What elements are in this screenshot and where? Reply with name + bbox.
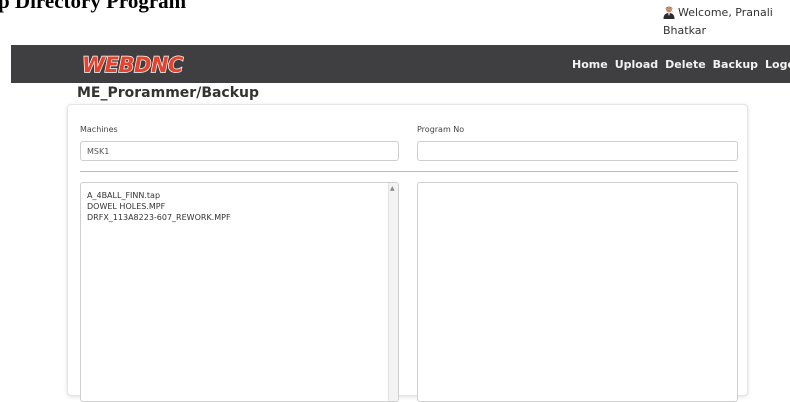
nav-logout-link[interactable]: Logou [765,58,790,71]
machines-field[interactable] [80,141,399,161]
list-item[interactable]: A_4BALL_FINN.tap [87,190,231,201]
user-avatar-icon [663,6,675,23]
machines-label: Machines [80,125,118,134]
program-no-field[interactable] [417,141,738,161]
logo-text: WEBDNC [82,53,184,77]
scroll-up-icon[interactable]: ▲ [390,185,395,192]
nav-upload-link[interactable]: Upload [615,58,658,71]
list-scrollbar[interactable]: ▲ [388,183,398,401]
webdnc-logo[interactable]: WEBDNC [78,51,208,81]
file-listbox[interactable]: A_4BALL_FINN.tap DOWEL HOLES.MPF DRFX_11… [80,182,399,402]
welcome-text: Welcome, Pranali Bhatkar [663,6,773,37]
nav-delete-link[interactable]: Delete [665,58,706,71]
divider [80,171,738,172]
program-no-label: Program No [417,125,465,134]
welcome-user: Welcome, Pranali Bhatkar [663,5,788,38]
top-navbar: WEBDNC Home Upload Delete Backup Logou [11,45,790,83]
breadcrumb: ME_Prorammer/Backup [77,85,260,101]
program-content-panel[interactable] [417,182,738,402]
nav-backup-link[interactable]: Backup [713,58,758,71]
list-item[interactable]: DRFX_113A8223-607_REWORK.MPF [87,212,231,223]
nav-home-link[interactable]: Home [572,58,608,71]
list-item[interactable]: DOWEL HOLES.MPF [87,201,231,212]
nav-links: Home Upload Delete Backup Logou [572,45,790,83]
file-list: A_4BALL_FINN.tap DOWEL HOLES.MPF DRFX_11… [87,190,231,223]
page-heading: p Directory Program [0,0,187,13]
backup-card: Machines Program No A_4BALL_FINN.tap DOW… [67,104,748,402]
